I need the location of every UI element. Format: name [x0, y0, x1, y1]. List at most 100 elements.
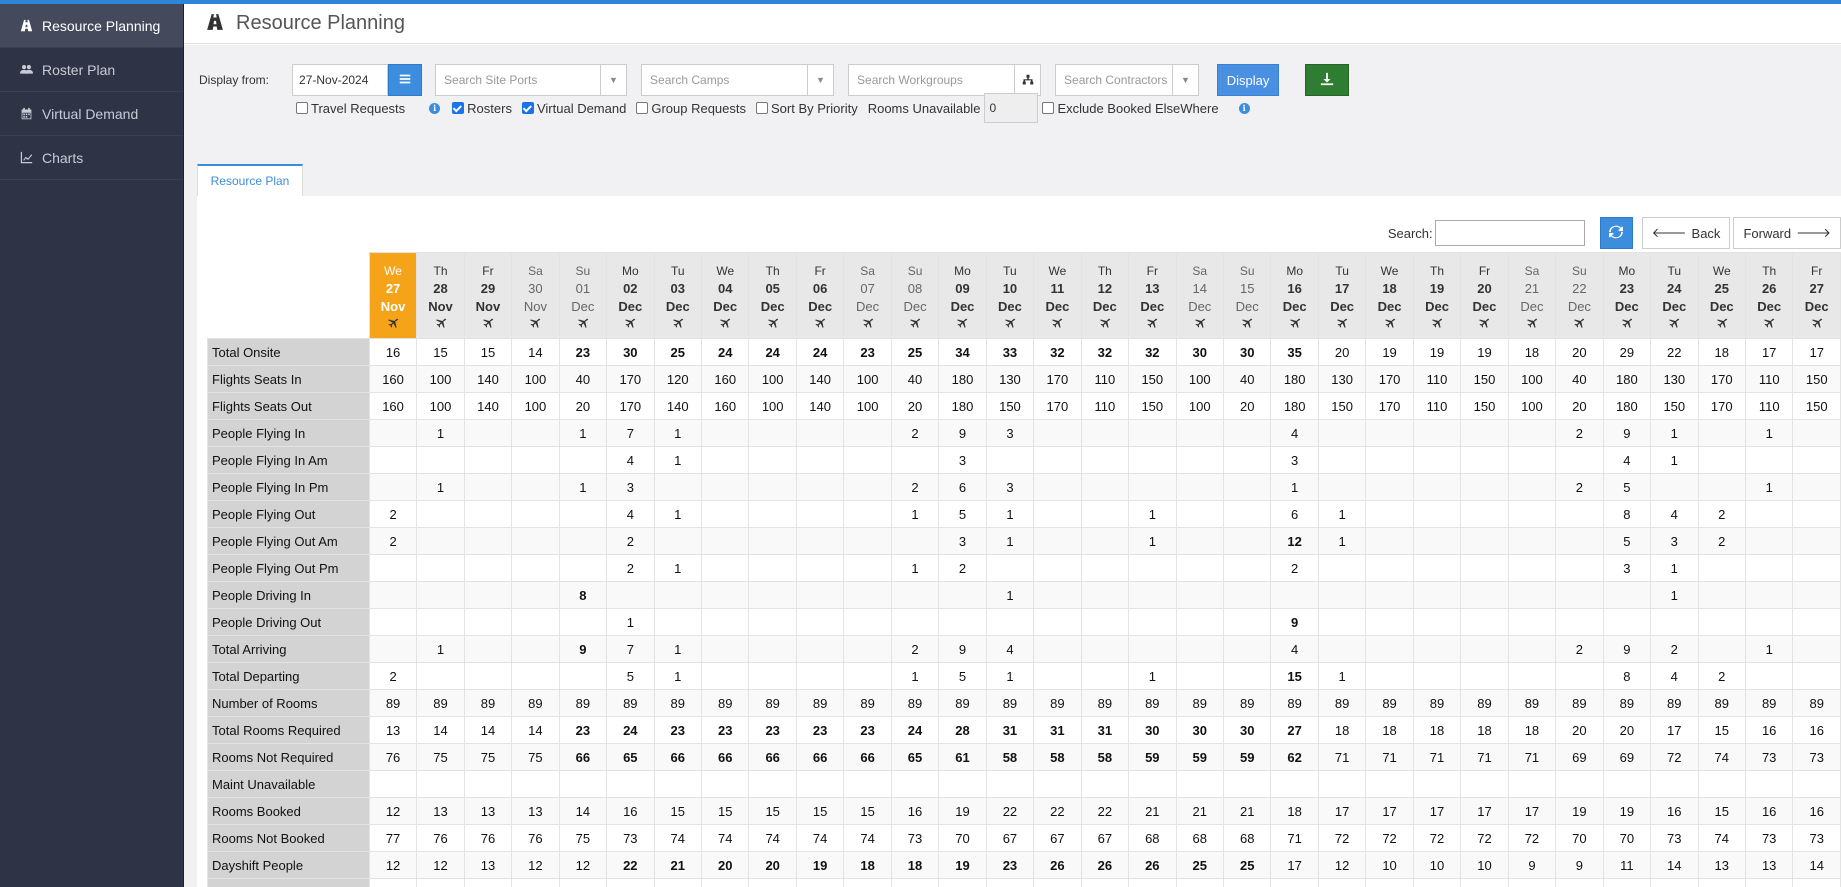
plane-icon — [1319, 317, 1364, 329]
info-icon[interactable]: i — [1238, 102, 1250, 114]
table-cell: 150 — [1792, 365, 1841, 393]
sort-by-priority-checkbox[interactable]: Sort By Priority — [756, 101, 858, 116]
display-button[interactable]: Display — [1217, 64, 1280, 96]
sidebar-item-charts[interactable]: Charts — [0, 136, 183, 180]
calendar-button[interactable] — [388, 64, 423, 96]
sitemap-icon[interactable] — [1014, 65, 1040, 95]
day-header[interactable]: Mo 16 Dec — [1270, 252, 1319, 339]
table-row: Flights Seats In 160 100 140 100 40 170 120 160 1… — [207, 365, 1841, 393]
table-cell — [1128, 473, 1177, 501]
table-cell — [368, 554, 418, 582]
day-header[interactable]: Mo 23 Dec — [1602, 252, 1652, 339]
travel-requests-checkbox[interactable]: Travel Requests — [296, 101, 405, 116]
checkbox-box[interactable] — [521, 102, 534, 114]
table-cell — [416, 446, 465, 474]
table-row: People Flying Out Pm 2 1 1 2 2 3 1 — [207, 554, 1841, 582]
table-cell: 10 — [1412, 851, 1462, 879]
forward-button[interactable]: Forward 🡒 — [1733, 217, 1841, 249]
table-cell: 25 — [653, 338, 703, 366]
day-header[interactable]: Sa 21 Dec — [1507, 252, 1557, 339]
back-button[interactable]: 🡐 Back — [1641, 217, 1731, 249]
table-cell: 2 — [890, 473, 940, 501]
plane-icon — [1462, 317, 1507, 329]
group-requests-checkbox[interactable]: Group Requests — [636, 101, 746, 116]
table-cell: 22 — [1033, 797, 1082, 825]
day-header[interactable]: Mo 09 Dec — [938, 252, 987, 339]
checkbox-box[interactable] — [1042, 102, 1055, 114]
table-cell — [1507, 662, 1557, 690]
table-cell: 20 — [1555, 392, 1604, 420]
day-header[interactable]: Th 28 Nov — [416, 252, 465, 339]
day-header[interactable]: Sa 07 Dec — [843, 252, 892, 339]
plane-icon — [465, 317, 510, 329]
sidebar-item-resource-planning[interactable]: Resource Planning — [0, 4, 183, 48]
download-button[interactable] — [1305, 64, 1350, 96]
checkbox-box[interactable] — [296, 102, 308, 114]
rosters-checkbox[interactable]: Rosters — [452, 101, 512, 116]
table-cell: 3 — [606, 473, 655, 501]
checkbox-box[interactable] — [636, 102, 649, 114]
exclude-booked-checkbox[interactable]: Exclude Booked ElseWhere — [1042, 101, 1219, 116]
table-cell: 89 — [1460, 689, 1509, 717]
table-cell — [1270, 581, 1319, 609]
rooms-unavailable-input[interactable]: 0 — [984, 93, 1039, 123]
table-cell: 8 — [1602, 662, 1652, 690]
contractors-select[interactable]: Search Contractors ▼ — [1055, 64, 1200, 96]
day-month: Dec — [1520, 299, 1544, 314]
checkbox-box[interactable] — [756, 102, 769, 114]
day-header[interactable]: We 04 Dec — [700, 252, 750, 339]
day-header[interactable]: Sa 30 Nov — [511, 252, 560, 339]
day-header[interactable]: Tu 03 Dec — [653, 252, 703, 339]
chevron-down-icon[interactable]: ▼ — [1172, 65, 1198, 95]
day-header[interactable]: Fr 06 Dec — [795, 252, 845, 339]
day-header[interactable]: Su 22 Dec — [1555, 252, 1604, 339]
day-header[interactable]: Th 19 Dec — [1412, 252, 1462, 339]
day-header[interactable]: Tu 10 Dec — [985, 252, 1035, 339]
day-number: 26 — [1761, 281, 1777, 296]
table-cell: 66 — [558, 743, 608, 771]
day-header[interactable]: Tu 17 Dec — [1317, 252, 1367, 339]
table-cell: 73 — [1744, 824, 1794, 852]
info-icon[interactable]: i — [429, 102, 441, 114]
refresh-button[interactable] — [1599, 217, 1633, 249]
table-cell — [416, 662, 465, 690]
day-header[interactable]: Fr 27 Dec — [1792, 252, 1841, 339]
chevron-down-icon[interactable]: ▼ — [807, 65, 833, 95]
site-ports-select[interactable]: Search Site Ports ▼ — [435, 64, 628, 96]
day-header[interactable]: Fr 20 Dec — [1460, 252, 1509, 339]
camps-select[interactable]: Search Camps ▼ — [641, 64, 835, 96]
table-cell: 3 — [938, 527, 987, 555]
day-of-week: Mo — [1286, 264, 1303, 278]
day-header[interactable]: We 27 Nov — [368, 252, 418, 339]
day-header[interactable]: Tu 24 Dec — [1650, 252, 1699, 339]
day-of-week: Th — [433, 264, 448, 278]
table-cell: 73 — [1650, 824, 1699, 852]
day-header[interactable]: Th 12 Dec — [1080, 252, 1130, 339]
chevron-down-icon[interactable]: ▼ — [600, 65, 626, 95]
checkbox-box[interactable] — [452, 102, 465, 114]
search-input[interactable] — [1434, 220, 1585, 246]
table-cell: 15 — [463, 338, 513, 366]
day-header[interactable]: Th 05 Dec — [748, 252, 797, 339]
day-header[interactable]: Fr 13 Dec — [1128, 252, 1177, 339]
day-header[interactable]: Su 01 Dec — [558, 252, 608, 339]
tab-resource-plan[interactable]: Resource Plan — [197, 164, 303, 196]
day-header[interactable]: Th 26 Dec — [1744, 252, 1794, 339]
day-month: Dec — [808, 299, 833, 314]
workgroups-select[interactable]: Search Workgroups — [848, 64, 1042, 96]
day-header[interactable]: Fr 29 Nov — [463, 252, 513, 339]
day-header[interactable]: Mo 02 Dec — [606, 252, 655, 339]
day-header[interactable]: We 18 Dec — [1365, 252, 1414, 339]
day-header[interactable]: We 25 Dec — [1697, 252, 1746, 339]
sidebar-item-virtual-demand[interactable]: Virtual Demand — [0, 92, 183, 136]
day-header[interactable]: We 11 Dec — [1033, 252, 1082, 339]
display-from-input[interactable]: 27-Nov-2024 — [292, 64, 389, 96]
table-cell — [1507, 446, 1557, 474]
day-number: 27 — [1809, 281, 1824, 296]
day-header[interactable]: Sa 14 Dec — [1175, 252, 1224, 339]
sidebar-item-roster-plan[interactable]: Roster Plan — [0, 48, 183, 92]
day-header[interactable]: Su 15 Dec — [1222, 252, 1272, 339]
day-header[interactable]: Su 08 Dec — [890, 252, 940, 339]
virtual-demand-checkbox[interactable]: Virtual Demand — [521, 101, 626, 116]
table-row: Total Arriving 1 9 7 1 2 9 4 4 2 9 2 1 — [207, 635, 1841, 663]
